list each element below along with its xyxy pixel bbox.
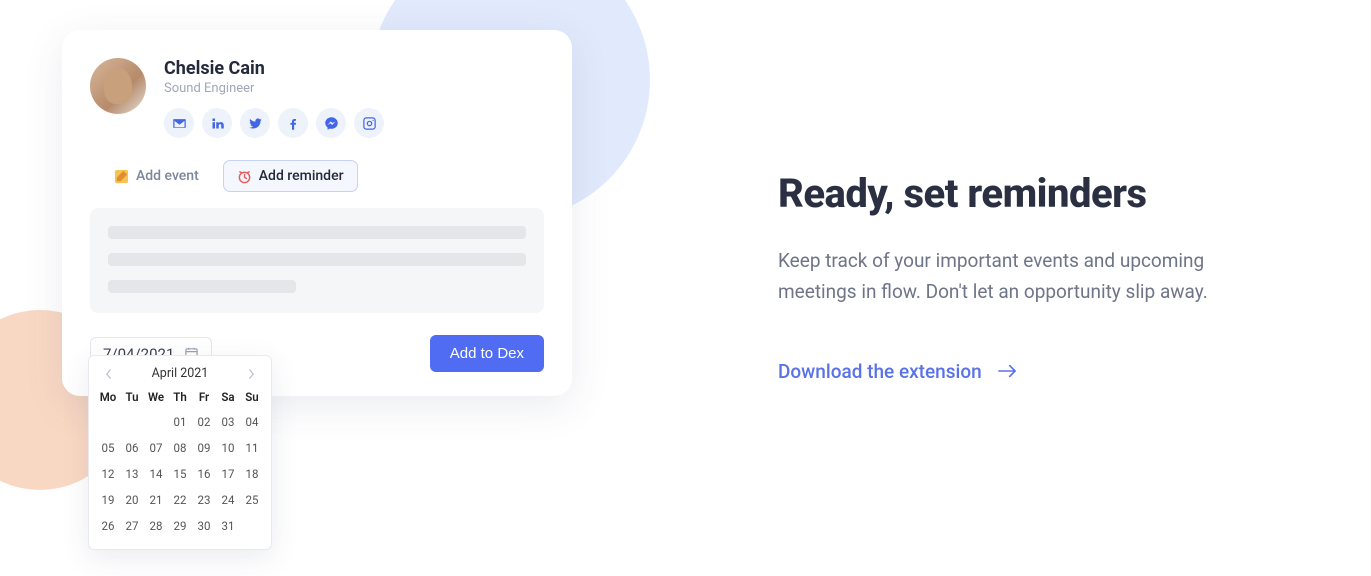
calendar-day[interactable]: 08 bbox=[169, 437, 191, 459]
date-picker-popover: April 2021 MoTuWeThFrSaSu010203040506070… bbox=[88, 355, 272, 550]
twitter-icon[interactable] bbox=[240, 108, 270, 138]
note-textarea-placeholder[interactable] bbox=[90, 208, 544, 313]
placeholder-line bbox=[108, 280, 296, 293]
calendar-day[interactable]: 29 bbox=[169, 515, 191, 537]
hero-section: Ready, set reminders Keep track of your … bbox=[778, 170, 1298, 383]
calendar-day[interactable]: 31 bbox=[217, 515, 239, 537]
calendar-dow: Fr bbox=[193, 387, 215, 407]
calendar-month-label: April 2021 bbox=[152, 366, 209, 381]
calendar-day[interactable]: 14 bbox=[145, 463, 167, 485]
calendar-day[interactable]: 12 bbox=[97, 463, 119, 485]
calendar-dow: Su bbox=[241, 387, 263, 407]
calendar-day[interactable]: 25 bbox=[241, 489, 263, 511]
calendar-day[interactable]: 21 bbox=[145, 489, 167, 511]
calendar-day[interactable]: 09 bbox=[193, 437, 215, 459]
hero-heading: Ready, set reminders bbox=[778, 170, 1298, 217]
add-to-dex-button[interactable]: Add to Dex bbox=[430, 335, 544, 372]
calendar-day[interactable]: 15 bbox=[169, 463, 191, 485]
facebook-icon[interactable] bbox=[278, 108, 308, 138]
download-extension-link[interactable]: Download the extension bbox=[778, 360, 1016, 383]
prev-month-button[interactable] bbox=[101, 367, 115, 381]
calendar-day[interactable]: 10 bbox=[217, 437, 239, 459]
calendar-day[interactable]: 16 bbox=[193, 463, 215, 485]
alarm-clock-icon bbox=[237, 169, 252, 184]
calendar-day[interactable]: 30 bbox=[193, 515, 215, 537]
calendar-day[interactable]: 01 bbox=[169, 411, 191, 433]
linkedin-icon[interactable] bbox=[202, 108, 232, 138]
calendar-dow: Th bbox=[169, 387, 191, 407]
arrow-right-icon bbox=[998, 360, 1016, 383]
calendar-day[interactable]: 22 bbox=[169, 489, 191, 511]
messenger-icon[interactable] bbox=[316, 108, 346, 138]
contact-card: Chelsie Cain Sound Engineer bbox=[62, 30, 572, 396]
note-icon bbox=[114, 169, 129, 184]
download-cta-label: Download the extension bbox=[778, 360, 982, 383]
avatar bbox=[90, 58, 146, 114]
hero-subtext: Keep track of your important events and … bbox=[778, 245, 1268, 308]
calendar-day[interactable]: 13 bbox=[121, 463, 143, 485]
profile-name: Chelsie Cain bbox=[164, 58, 384, 79]
calendar-day[interactable]: 07 bbox=[145, 437, 167, 459]
calendar-day[interactable]: 17 bbox=[217, 463, 239, 485]
add-reminder-button[interactable]: Add reminder bbox=[223, 160, 358, 192]
calendar-dow: Mo bbox=[97, 387, 119, 407]
profile-title: Sound Engineer bbox=[164, 81, 384, 96]
calendar-day[interactable]: 28 bbox=[145, 515, 167, 537]
add-reminder-label: Add reminder bbox=[259, 168, 344, 184]
calendar-day[interactable]: 02 bbox=[193, 411, 215, 433]
calendar-day[interactable]: 20 bbox=[121, 489, 143, 511]
calendar-day[interactable]: 11 bbox=[241, 437, 263, 459]
calendar-day[interactable]: 24 bbox=[217, 489, 239, 511]
calendar-dow: We bbox=[145, 387, 167, 407]
email-icon[interactable] bbox=[164, 108, 194, 138]
calendar-day[interactable]: 18 bbox=[241, 463, 263, 485]
add-event-button[interactable]: Add event bbox=[100, 160, 213, 192]
calendar-dow: Sa bbox=[217, 387, 239, 407]
calendar-day[interactable]: 03 bbox=[217, 411, 239, 433]
calendar-day[interactable]: 26 bbox=[97, 515, 119, 537]
placeholder-line bbox=[108, 253, 526, 266]
instagram-icon[interactable] bbox=[354, 108, 384, 138]
calendar-day[interactable]: 04 bbox=[241, 411, 263, 433]
calendar-day[interactable]: 19 bbox=[97, 489, 119, 511]
calendar-day[interactable]: 06 bbox=[121, 437, 143, 459]
placeholder-line bbox=[108, 226, 526, 239]
calendar-day[interactable]: 05 bbox=[97, 437, 119, 459]
calendar-dow: Tu bbox=[121, 387, 143, 407]
next-month-button[interactable] bbox=[245, 367, 259, 381]
calendar-day[interactable]: 23 bbox=[193, 489, 215, 511]
calendar-day[interactable]: 27 bbox=[121, 515, 143, 537]
add-event-label: Add event bbox=[136, 168, 199, 184]
